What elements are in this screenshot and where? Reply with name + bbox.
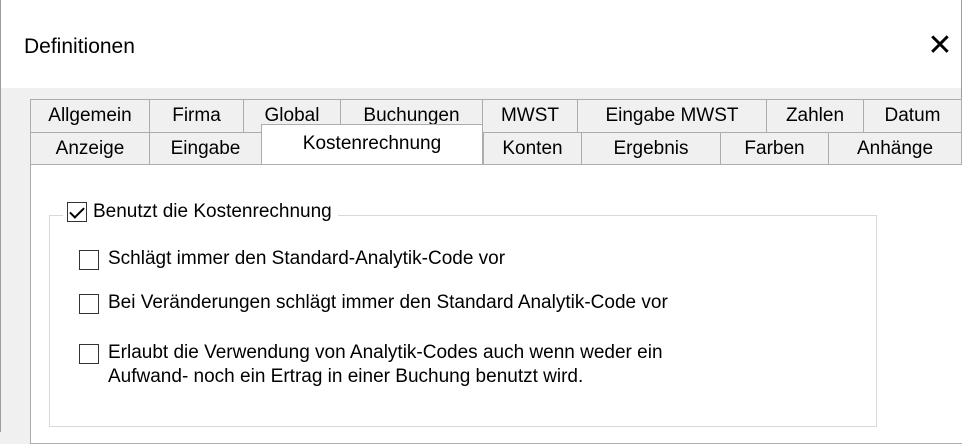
tab-mwst[interactable]: MWST xyxy=(482,99,577,132)
checkbox-unchecked-icon[interactable] xyxy=(79,344,99,364)
tab-eingabe[interactable]: Eingabe xyxy=(149,132,261,165)
use-cost-accounting-label: Benutzt die Kostenrechnung xyxy=(93,201,332,222)
checkbox-unchecked-icon[interactable] xyxy=(79,294,99,314)
close-icon[interactable]: ✕ xyxy=(920,26,960,66)
tab-panel-kostenrechnung: Benutzt die Kostenrechnung Schlägt immer… xyxy=(30,164,962,444)
checkbox-unchecked-icon[interactable] xyxy=(79,250,99,270)
option-allow-analytic-codes-label: Erlaubt die Verwendung von Analytik-Code… xyxy=(108,342,663,387)
tab-anzeige[interactable]: Anzeige xyxy=(30,132,149,165)
tab-zahlen[interactable]: Zahlen xyxy=(766,99,863,132)
tab-eingabe-mwst[interactable]: Eingabe MWST xyxy=(577,99,766,132)
tab-anhaenge[interactable]: Anhänge xyxy=(828,132,962,165)
dialog-title: Definitionen xyxy=(24,35,135,58)
option-default-analytic-code-label: Schlägt immer den Standard-Analytik-Code… xyxy=(108,248,506,269)
option-default-code-on-change-label: Bei Veränderungen schlägt immer den Stan… xyxy=(108,292,668,313)
tab-farben[interactable]: Farben xyxy=(720,132,828,165)
option-allow-analytic-codes[interactable]: Erlaubt die Verwendung von Analytik-Code… xyxy=(79,341,663,389)
use-cost-accounting-checkbox[interactable]: Benutzt die Kostenrechnung xyxy=(63,201,338,223)
tab-datum[interactable]: Datum xyxy=(863,99,962,132)
tab-firma[interactable]: Firma xyxy=(149,99,243,132)
checkbox-checked-icon[interactable] xyxy=(67,202,87,222)
window-border-left xyxy=(0,0,1,432)
dialog-titlebar: Definitionen ✕ xyxy=(0,0,962,88)
tab-allgemein[interactable]: Allgemein xyxy=(30,99,149,132)
option-default-code-on-change[interactable]: Bei Veränderungen schlägt immer den Stan… xyxy=(79,291,668,315)
option-default-analytic-code[interactable]: Schlägt immer den Standard-Analytik-Code… xyxy=(79,247,505,271)
tab-konten[interactable]: Konten xyxy=(483,132,581,165)
tab-kostenrechnung[interactable]: Kostenrechnung xyxy=(261,124,483,164)
tab-ergebnis[interactable]: Ergebnis xyxy=(581,132,720,165)
